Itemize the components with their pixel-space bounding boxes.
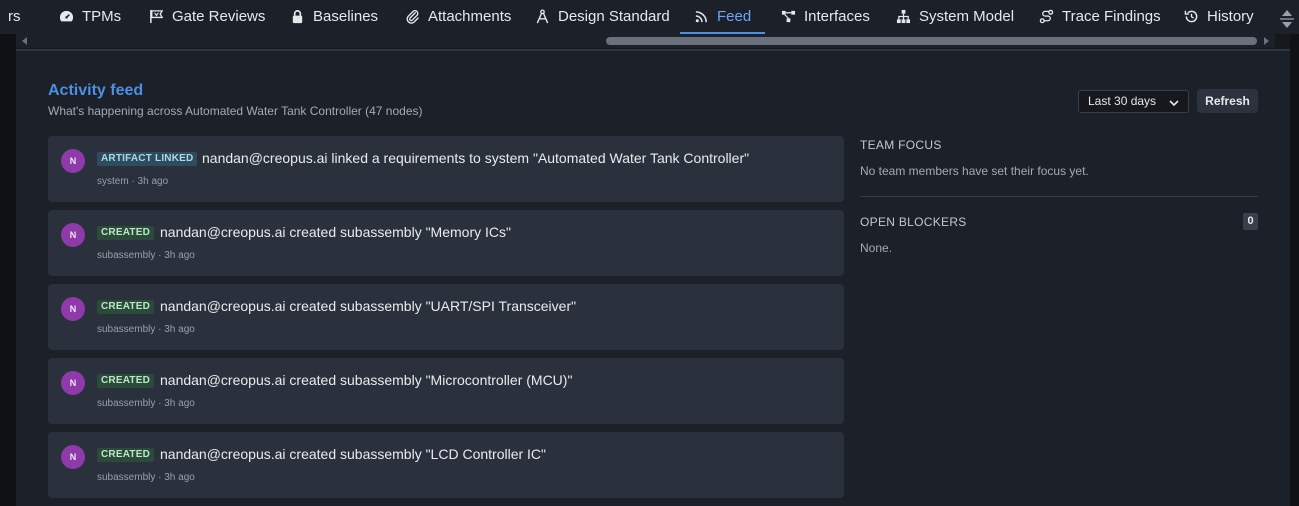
date-range-value: Last 30 days — [1088, 94, 1157, 108]
scroll-up-icon[interactable] — [1282, 10, 1292, 16]
open-blockers-text: None. — [860, 241, 893, 255]
feed-message: nandan@creopus.ai linked a requirements … — [202, 150, 750, 166]
tab-baselines[interactable]: Baselines — [282, 0, 386, 33]
tab-tpms[interactable]: TPMs — [51, 0, 129, 33]
tab-trace-findings[interactable]: Trace Findings — [1031, 0, 1169, 33]
avatar: N — [61, 371, 85, 395]
refresh-button[interactable]: Refresh — [1197, 89, 1258, 113]
feed-message: nandan@creopus.ai created subassembly "M… — [160, 372, 573, 388]
gauge-icon — [59, 9, 74, 24]
scroll-right-icon[interactable] — [1264, 37, 1269, 45]
scroll-divider — [1280, 18, 1294, 20]
tab-label: Feed — [717, 7, 752, 25]
date-range-select[interactable]: Last 30 days — [1078, 90, 1189, 113]
feed-item[interactable]: N CREATED nandan@creopus.ai created suba… — [48, 210, 844, 276]
side-divider — [860, 196, 1258, 197]
horizontal-scrollbar[interactable] — [16, 34, 1275, 48]
avatar: N — [61, 297, 85, 321]
avatar: N — [61, 445, 85, 469]
event-badge: CREATED — [97, 300, 154, 314]
avatar: N — [61, 223, 85, 247]
tab-label: Baselines — [313, 7, 379, 25]
tab-truncated[interactable]: rs — [8, 0, 29, 33]
feed-message: nandan@creopus.ai created subassembly "L… — [160, 446, 547, 462]
event-badge: CREATED — [97, 374, 154, 388]
tab-label: Design Standard — [558, 7, 670, 25]
flag-icon — [149, 9, 164, 24]
lock-icon — [290, 9, 305, 24]
feed-message: nandan@creopus.ai created subassembly "M… — [160, 224, 511, 240]
rss-icon — [694, 9, 709, 24]
feed-item[interactable]: N ARTIFACT LINKED nandan@creopus.ai link… — [48, 136, 844, 202]
scroll-down-icon[interactable] — [1282, 22, 1292, 28]
feed-meta: subassembly · 3h ago — [97, 398, 195, 409]
tab-label: rs — [8, 7, 21, 25]
feed-item[interactable]: N CREATED nandan@creopus.ai created suba… — [48, 432, 844, 498]
feed-meta: subassembly · 3h ago — [97, 472, 195, 483]
scrollbar-thumb[interactable] — [606, 37, 1257, 45]
tab-label: History — [1207, 7, 1254, 25]
tab-label: Trace Findings — [1062, 7, 1161, 25]
interfaces-icon — [781, 9, 796, 24]
tab-label: Attachments — [428, 7, 512, 25]
feed-meta: system · 3h ago — [97, 176, 169, 187]
tab-feed[interactable]: Feed — [680, 0, 765, 34]
feed-message: nandan@creopus.ai created subassembly "U… — [160, 298, 577, 314]
tab-history[interactable]: History — [1176, 0, 1262, 33]
avatar: N — [61, 149, 85, 173]
tab-design-standard[interactable]: Design Standard — [527, 0, 678, 33]
right-gutter — [1290, 34, 1299, 506]
tab-bar: rs TPMs Gate Reviews Baselines Attachmen… — [0, 0, 1275, 34]
open-blockers-heading: OPEN BLOCKERS — [860, 215, 967, 229]
team-focus-heading: TEAM FOCUS — [860, 138, 942, 152]
tab-system-model[interactable]: System Model — [888, 0, 1022, 33]
tab-scroll-control[interactable] — [1275, 0, 1299, 34]
left-gutter — [0, 34, 16, 506]
tab-label: TPMs — [82, 7, 122, 25]
paperclip-icon — [405, 9, 420, 24]
tab-label: Interfaces — [804, 7, 870, 25]
activity-panel: Activity feed What's happening across Au… — [16, 51, 1290, 506]
team-focus-text: No team members have set their focus yet… — [860, 164, 1089, 178]
scroll-left-icon[interactable] — [22, 37, 27, 45]
compass-icon — [535, 9, 550, 24]
blockers-count-badge: 0 — [1243, 213, 1258, 230]
feed-item[interactable]: N CREATED nandan@creopus.ai created suba… — [48, 358, 844, 424]
event-badge: ARTIFACT LINKED — [97, 152, 198, 166]
tab-gate-reviews[interactable]: Gate Reviews — [141, 0, 273, 33]
page-title: Activity feed — [48, 82, 144, 99]
event-badge: CREATED — [97, 448, 154, 462]
feed-meta: subassembly · 3h ago — [97, 250, 195, 261]
tab-label: System Model — [919, 7, 1015, 25]
feed-meta: subassembly · 3h ago — [97, 324, 195, 335]
hierarchy-icon — [896, 9, 911, 24]
trace-icon — [1039, 9, 1054, 24]
event-badge: CREATED — [97, 226, 154, 240]
chevron-down-icon — [1168, 95, 1180, 107]
tab-label: Gate Reviews — [172, 7, 266, 25]
history-icon — [1184, 9, 1199, 24]
tab-interfaces[interactable]: Interfaces — [773, 0, 878, 33]
tab-attachments[interactable]: Attachments — [397, 0, 519, 33]
page-subtitle: What's happening across Automated Water … — [48, 104, 423, 118]
feed-item[interactable]: N CREATED nandan@creopus.ai created suba… — [48, 284, 844, 350]
